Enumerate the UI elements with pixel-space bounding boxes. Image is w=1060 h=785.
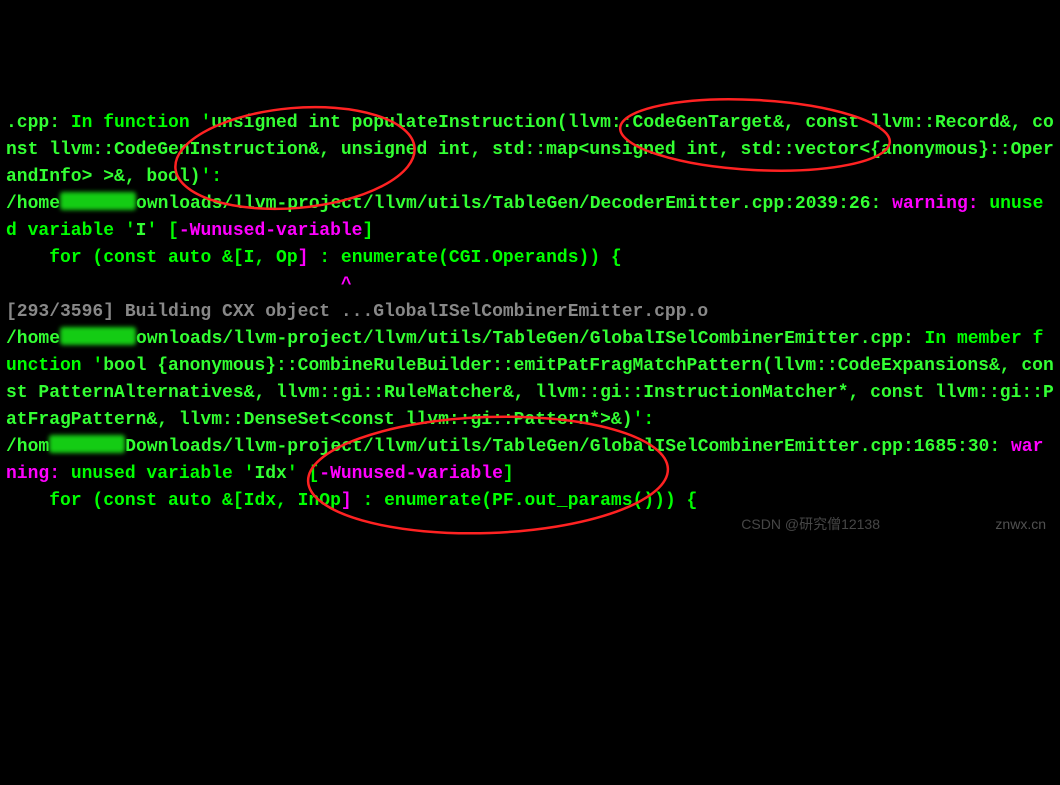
context-close: ': xyxy=(633,410,655,430)
file-path-cont: ownloads/llvm-project/llvm/utils/TableGe… xyxy=(136,194,892,214)
caret-spaces xyxy=(6,275,341,295)
context-close: ': xyxy=(200,167,222,187)
redacted-username xyxy=(60,327,136,345)
code-snippet-cont: : enumerate(PF.out_params())) { xyxy=(352,491,698,511)
build-progress: [293/3596] Building CXX object ...Global… xyxy=(6,302,708,322)
warning-end: ' [ xyxy=(146,221,178,241)
file-path-cont: ownloads/llvm-project/llvm/utils/TableGe… xyxy=(136,329,914,349)
watermark-csdn: CSDN @研究僧12138 xyxy=(741,514,880,535)
watermark-znwx: znwx.cn xyxy=(995,514,1046,535)
redacted-username xyxy=(60,192,136,210)
file-prefix: .cpp: xyxy=(6,113,60,133)
file-path: /home xyxy=(6,329,60,349)
warning-flag: -Wunused-variable xyxy=(319,464,503,484)
variable-name: Idx xyxy=(254,464,286,484)
file-path: /home xyxy=(6,194,60,214)
file-path-cont: Downloads/llvm-project/llvm/utils/TableG… xyxy=(125,437,1011,457)
code-snippet: for (const auto &[Idx, InOp xyxy=(6,491,341,511)
highlighted-bracket: ] xyxy=(341,491,352,511)
bracket-close: ] xyxy=(503,464,514,484)
warning-message: unused variable ' xyxy=(71,464,255,484)
terminal-output: .cpp: In function 'unsigned int populate… xyxy=(6,110,1054,515)
warning-label: warning: xyxy=(892,194,989,214)
variable-name: I xyxy=(136,221,147,241)
file-path: /hom xyxy=(6,437,49,457)
code-snippet: for (const auto &[I, Op xyxy=(6,248,298,268)
redacted-username xyxy=(49,435,125,453)
warning-flag: -Wunused-variable xyxy=(179,221,363,241)
highlighted-bracket: ] xyxy=(298,248,309,268)
warning-end: ' [ xyxy=(287,464,319,484)
code-snippet-cont: : enumerate(CGI.Operands)) { xyxy=(308,248,621,268)
bracket-close: ] xyxy=(362,221,373,241)
function-signature: bool {anonymous}::CombineRuleBuilder::em… xyxy=(6,356,1054,430)
caret-marker: ^ xyxy=(341,275,352,295)
context-text: In function ' xyxy=(60,113,211,133)
